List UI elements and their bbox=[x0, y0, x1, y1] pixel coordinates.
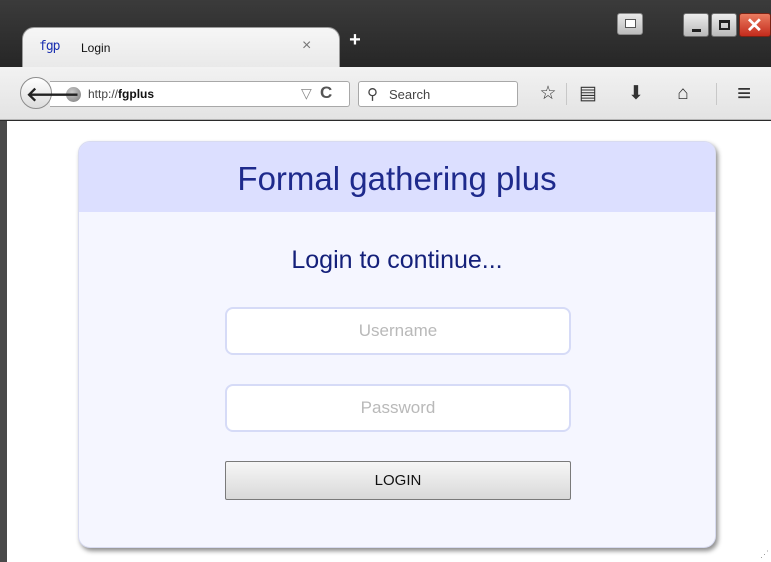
login-subtitle: Login to continue... bbox=[291, 246, 503, 274]
resize-grip-icon[interactable]: ⋰ bbox=[760, 549, 769, 560]
menu-icon[interactable]: ≡ bbox=[730, 81, 758, 107]
toolbar-separator bbox=[566, 83, 567, 105]
brand-title: Formal gathering plus bbox=[237, 160, 557, 197]
new-tab-button[interactable]: + bbox=[344, 29, 366, 51]
nav-toolbar: http://fgplus ▽ C 🡐 ⚲ ☆ ▤ ⬇ ⌂ ≡ bbox=[0, 67, 771, 120]
maximize-button[interactable] bbox=[711, 13, 737, 37]
login-card: Formal gathering plus Login to continue.… bbox=[78, 141, 716, 548]
close-window-button[interactable]: ✕ bbox=[739, 13, 771, 37]
password-input[interactable] bbox=[225, 384, 571, 432]
tab-title: Login bbox=[81, 41, 111, 55]
back-button[interactable]: 🡐 bbox=[20, 77, 80, 109]
fgp-favicon-icon: fgp bbox=[39, 39, 61, 54]
home-icon[interactable]: ⌂ bbox=[669, 81, 697, 107]
search-icon: ⚲ bbox=[367, 86, 378, 103]
page-viewport: Formal gathering plus Login to continue.… bbox=[7, 121, 771, 562]
url-history-dropdown-icon[interactable]: ▽ bbox=[301, 85, 312, 102]
tab-close-icon[interactable]: × bbox=[302, 37, 311, 55]
url-text[interactable]: http://fgplus bbox=[88, 87, 154, 101]
search-input[interactable] bbox=[389, 85, 509, 103]
window-border bbox=[0, 121, 7, 562]
url-bar[interactable]: http://fgplus ▽ C bbox=[50, 81, 350, 107]
minimize-icon bbox=[692, 29, 701, 32]
login-button[interactable]: LOGIN bbox=[225, 461, 571, 500]
tab-login[interactable]: fgp Login × bbox=[22, 27, 340, 67]
search-bar[interactable]: ⚲ bbox=[358, 81, 518, 107]
toolbar-separator bbox=[716, 83, 717, 105]
bookmark-star-icon[interactable]: ☆ bbox=[534, 81, 562, 107]
downloads-icon[interactable]: ⬇ bbox=[622, 81, 650, 107]
window-titlebar: fgp Login × + ✕ bbox=[0, 0, 771, 68]
maximize-icon bbox=[719, 20, 730, 30]
tab-groups-icon[interactable] bbox=[617, 13, 643, 35]
minimize-button[interactable] bbox=[683, 13, 709, 37]
reload-icon[interactable]: C bbox=[320, 83, 332, 103]
back-arrow-icon: 🡐 bbox=[26, 84, 80, 106]
card-header: Formal gathering plus bbox=[79, 142, 715, 212]
reading-list-icon[interactable]: ▤ bbox=[574, 81, 602, 107]
username-input[interactable] bbox=[225, 307, 571, 355]
close-icon: ✕ bbox=[746, 15, 763, 37]
